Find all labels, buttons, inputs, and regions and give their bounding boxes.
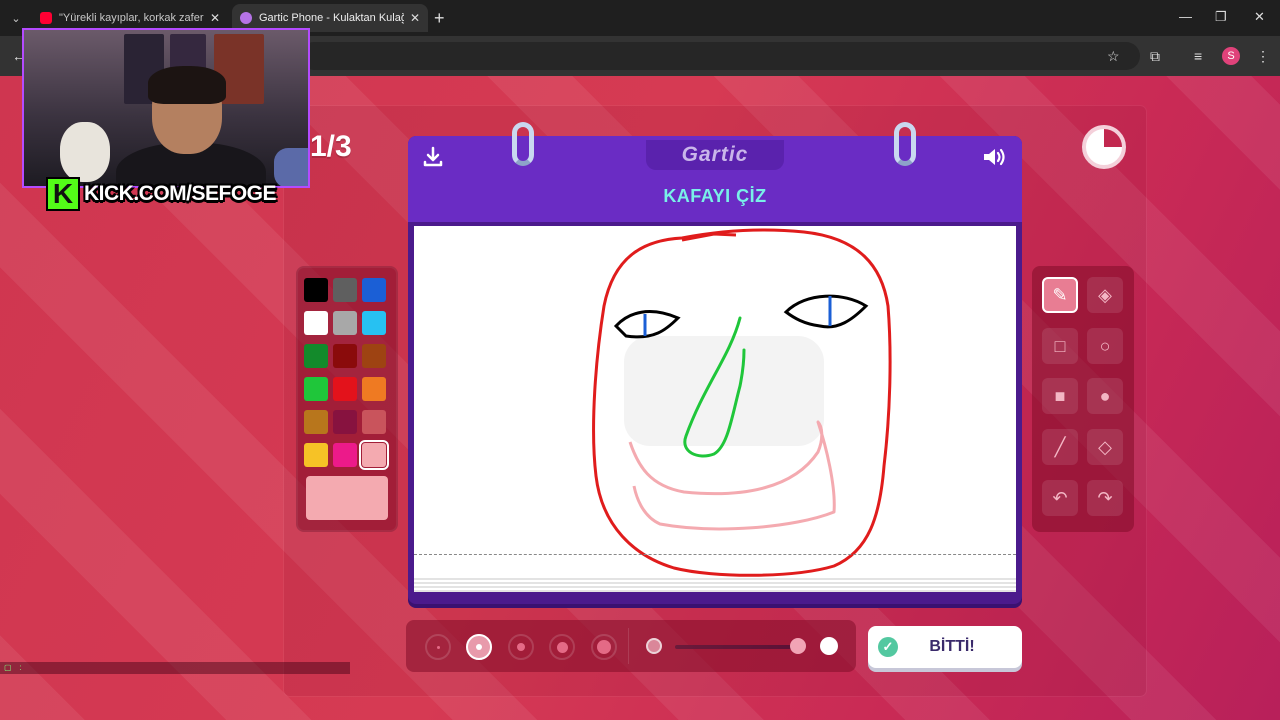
color-swatch[interactable] [304,410,328,434]
timer-icon [1082,125,1126,169]
rectangle-outline-tool[interactable]: □ [1042,328,1078,364]
drawing-prompt: KAFAYI ÇİZ [663,186,767,206]
kick-channel-text: KICK.COM/SEFOGE [84,182,277,205]
speaker-icon[interactable] [982,146,1008,174]
color-swatch[interactable] [359,440,389,470]
face-drawing [592,228,892,577]
webcam-overlay [22,28,310,188]
undo-tool[interactable]: ↶ [1042,480,1078,516]
rectangle-fill-tool[interactable]: ■ [1042,378,1078,414]
color-swatch[interactable] [333,278,357,302]
pencil-tool[interactable]: ✎ [1042,277,1078,313]
color-swatch[interactable] [362,377,386,401]
color-swatch[interactable] [304,311,328,335]
brush-size-dot [597,640,611,654]
color-swatch[interactable] [362,344,386,368]
brush-size-button[interactable] [425,634,451,660]
eraser-tool[interactable]: ◈ [1087,277,1123,313]
menu-kebab-icon[interactable]: ⋮ [1256,48,1270,65]
color-swatch[interactable] [304,278,328,302]
color-swatch[interactable] [333,377,357,401]
address-bar[interactable] [300,42,1140,70]
drawing-canvas[interactable] [414,226,1016,592]
current-color-preview[interactable] [306,476,388,520]
brush-size-button[interactable] [549,634,575,660]
brush-size-dot [476,644,482,650]
done-button[interactable]: ✓ BİTTİ! [868,626,1022,668]
chat-overlay-line: ▢ : [0,662,350,674]
brush-size-button[interactable] [466,634,492,660]
close-tab-icon[interactable]: ✕ [410,11,420,25]
tab-title: "Yürekli kayıplar, korkak zaferle [59,12,204,24]
divider [628,628,629,664]
color-swatch[interactable] [333,344,357,368]
binder-ring [512,122,534,166]
fill-bucket-tool[interactable]: ◇ [1087,429,1123,465]
teddy-bear [60,122,110,182]
kick-logo-icon: K [46,177,80,211]
binder-ring [894,122,916,166]
opacity-max-icon [820,637,838,655]
redo-tool[interactable]: ↷ [1087,480,1123,516]
extensions-icon[interactable]: ⧉ [1150,48,1160,65]
brush-size-dot [556,641,568,653]
gartic-icon [240,12,252,24]
canvas-guide-line [414,554,1016,555]
opacity-slider[interactable] [675,645,803,649]
close-window-button[interactable]: ✕ [1254,9,1265,25]
minimize-button[interactable]: — [1179,9,1192,24]
tab-title: Gartic Phone - Kulaktan Kulağa [259,12,404,24]
youtube-icon [40,12,52,24]
brush-size-button[interactable] [591,634,617,660]
gartic-logo: Gartic [646,140,784,170]
opacity-slider-handle[interactable] [789,638,806,654]
line-tool[interactable]: ╱ [1042,429,1078,465]
download-icon[interactable] [422,146,444,174]
profile-avatar[interactable]: S [1222,47,1240,65]
color-swatch[interactable] [333,410,357,434]
color-swatch[interactable] [362,410,386,434]
opacity-min-icon [646,638,662,654]
notebook-page-edges [414,578,1016,592]
tab-search-icon[interactable]: ⌄ [6,8,26,28]
check-icon: ✓ [878,637,898,657]
color-swatch[interactable] [333,311,357,335]
maximize-button[interactable]: ❐ [1215,9,1227,25]
color-swatch[interactable] [333,443,357,467]
microphone [274,148,308,186]
brush-size-dot [517,643,525,651]
canvas-watermark [624,336,824,446]
close-tab-icon[interactable]: ✕ [210,11,220,25]
round-counter: 1/3 [310,130,352,163]
color-swatch[interactable] [362,311,386,335]
new-tab-button[interactable]: + [434,8,445,28]
color-swatch[interactable] [362,278,386,302]
done-button-label: BİTTİ! [929,638,975,655]
brush-size-dot [436,645,440,649]
brush-size-button[interactable] [508,634,534,660]
ellipse-fill-tool[interactable]: ● [1087,378,1123,414]
bookmark-star-icon[interactable]: ☆ [1107,48,1120,65]
color-swatch[interactable] [304,377,328,401]
color-swatch[interactable] [304,344,328,368]
streamer-hair [148,66,226,104]
media-queue-icon[interactable]: ≡ [1194,48,1202,64]
color-swatch[interactable] [304,443,328,467]
kick-channel-banner: K KICK.COM/SEFOGE [46,176,277,212]
ellipse-outline-tool[interactable]: ○ [1087,328,1123,364]
